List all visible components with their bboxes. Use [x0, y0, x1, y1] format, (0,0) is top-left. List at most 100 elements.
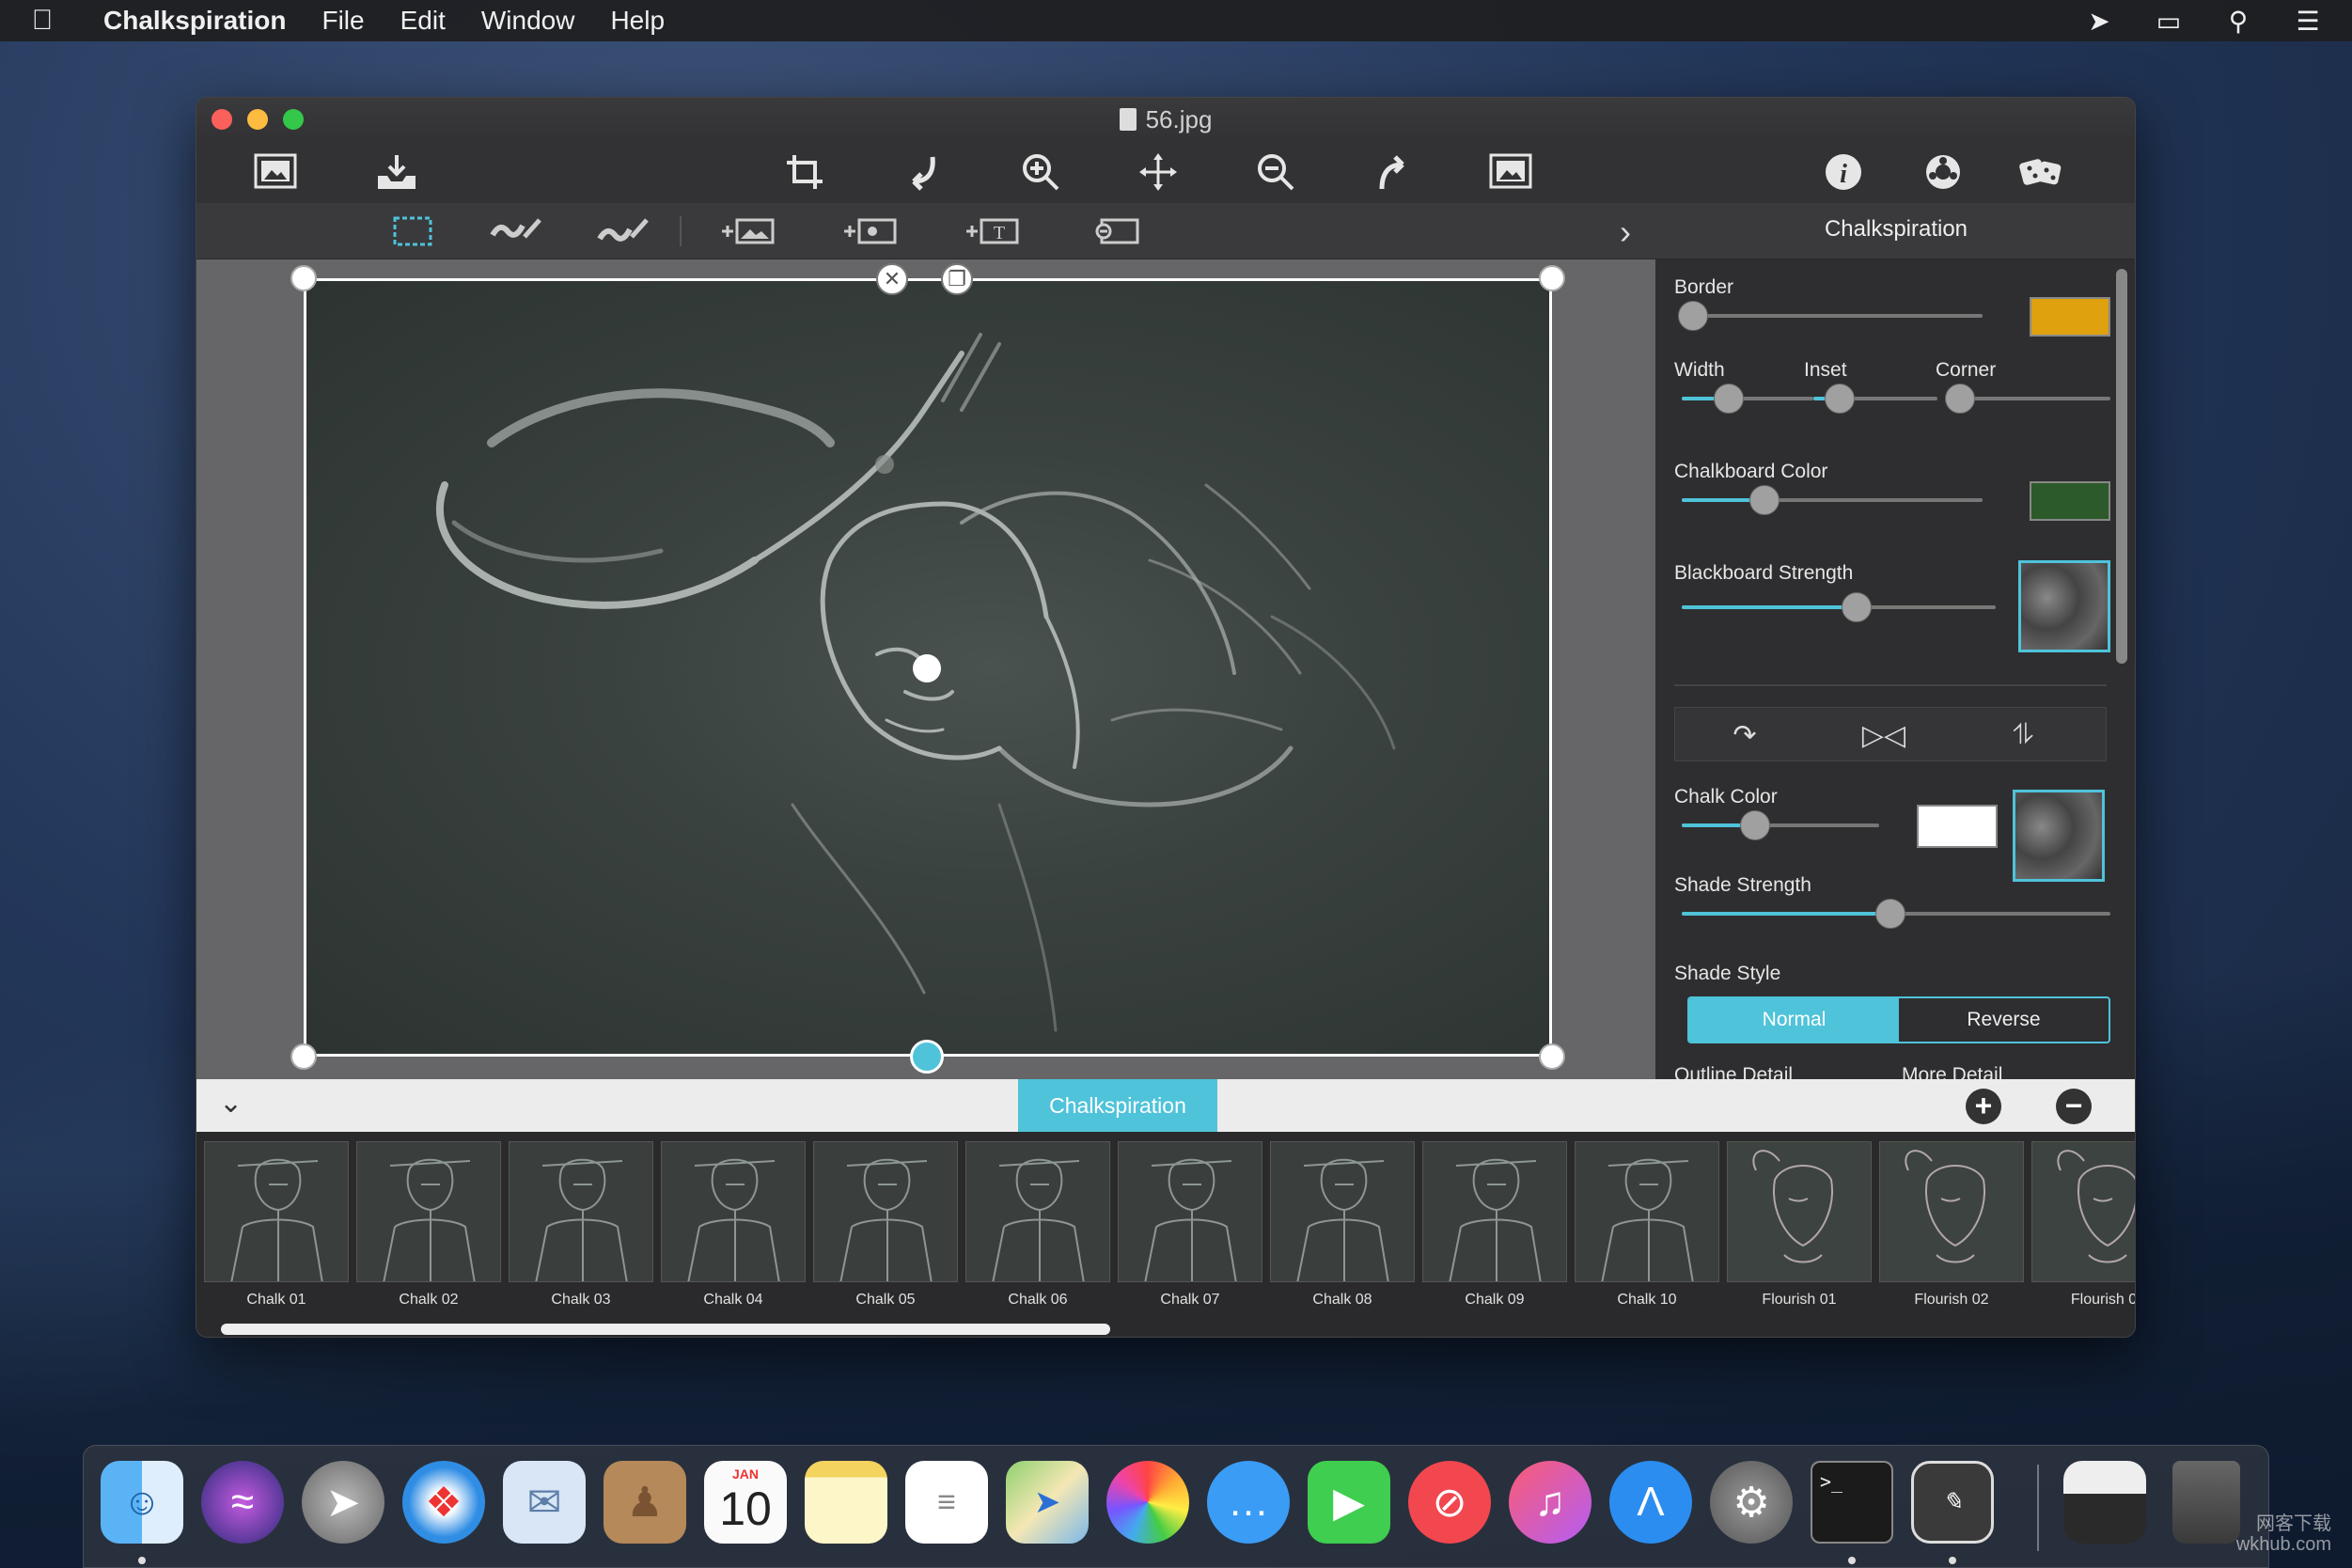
- brush-add-icon[interactable]: [482, 211, 550, 252]
- randomize-icon[interactable]: [2015, 149, 2067, 196]
- add-text-icon[interactable]: T: [958, 211, 1026, 252]
- blackboard-texture-preview[interactable]: [2018, 560, 2110, 652]
- resize-handle-bottom-right[interactable]: [1539, 1043, 1565, 1070]
- preset-strip-scrollbar[interactable]: [221, 1324, 1110, 1335]
- photos-icon[interactable]: [1106, 1461, 1189, 1544]
- siri-icon[interactable]: ≈: [201, 1461, 284, 1544]
- terminal-icon[interactable]: >_: [1811, 1461, 1893, 1544]
- resize-handle-top-left[interactable]: [290, 265, 317, 291]
- calendar-icon[interactable]: JAN 10: [704, 1461, 787, 1544]
- add-effect-icon[interactable]: [836, 211, 903, 252]
- contacts-icon[interactable]: ♟: [604, 1461, 686, 1544]
- remove-preset-button[interactable]: −: [2056, 1089, 2092, 1124]
- blackboard-strength-slider[interactable]: [1682, 592, 1996, 622]
- more-detail-label: More Detail: [1902, 1064, 2003, 1079]
- preset-thumbnail[interactable]: [356, 1141, 501, 1282]
- preset-sketch-stroke: [1752, 1150, 1780, 1171]
- launchpad-icon[interactable]: ➤: [302, 1461, 384, 1544]
- chalk-color-swatch[interactable]: [1917, 805, 1998, 848]
- chalkboard-color-swatch[interactable]: [2030, 481, 2110, 521]
- reminders-icon[interactable]: ≡: [905, 1461, 988, 1544]
- notes-icon[interactable]: [805, 1461, 887, 1544]
- width-slider[interactable]: [1682, 384, 1813, 414]
- facetime-icon[interactable]: ▶: [1308, 1461, 1390, 1544]
- preset-thumbnail[interactable]: [813, 1141, 958, 1282]
- shade-style-normal[interactable]: Normal: [1689, 998, 1899, 1042]
- border-color-swatch[interactable]: [2030, 297, 2110, 337]
- safari-icon[interactable]: ❖: [402, 1461, 485, 1544]
- preset-thumbnail[interactable]: [965, 1141, 1110, 1282]
- zoom-out-icon[interactable]: [1249, 149, 1302, 196]
- add-preset-button[interactable]: +: [1966, 1089, 2001, 1124]
- downloads-stack-icon[interactable]: [2063, 1461, 2146, 1544]
- preset-thumbnail[interactable]: [2031, 1141, 2135, 1282]
- rotate-icon[interactable]: ↷: [1724, 717, 1765, 753]
- open-image-icon[interactable]: [249, 149, 302, 196]
- chalkspiration-icon[interactable]: ✎: [1911, 1461, 1994, 1544]
- chalk-texture-preview[interactable]: [2013, 790, 2105, 882]
- flip-vertical-icon[interactable]: ⥮: [2002, 717, 2044, 753]
- maps-icon[interactable]: ➤: [1006, 1461, 1089, 1544]
- panel-scrollbar[interactable]: [2116, 269, 2127, 664]
- preset-thumbnail[interactable]: [204, 1141, 349, 1282]
- preset-thumbnail[interactable]: [1270, 1141, 1415, 1282]
- info-icon[interactable]: i: [1817, 149, 1870, 196]
- resize-handle-bottom-left[interactable]: [290, 1043, 317, 1070]
- settings-icon[interactable]: [1917, 149, 1969, 196]
- system-preferences-icon[interactable]: ⚙: [1710, 1461, 1793, 1544]
- list-icon[interactable]: ☰: [2292, 6, 2324, 37]
- redo-icon[interactable]: [1367, 149, 1419, 196]
- remove-layer-icon[interactable]: [1080, 211, 1148, 252]
- preset-category-tab[interactable]: Chalkspiration: [1018, 1079, 1217, 1132]
- display-icon[interactable]: ▭: [2153, 6, 2185, 37]
- preset-thumbnail[interactable]: [1879, 1141, 2024, 1282]
- image-canvas: ✕ ❐: [196, 259, 1655, 1079]
- news-icon[interactable]: ⊘: [1408, 1461, 1491, 1544]
- finder-icon[interactable]: ☺: [101, 1461, 183, 1544]
- menu-file[interactable]: File: [321, 6, 364, 36]
- undo-icon[interactable]: [897, 149, 949, 196]
- center-point-handle[interactable]: [913, 654, 941, 682]
- mail-icon[interactable]: ✉: [503, 1461, 586, 1544]
- preset-thumbnail[interactable]: [1118, 1141, 1262, 1282]
- brush-remove-icon[interactable]: [589, 211, 657, 252]
- border-slider[interactable]: [1678, 301, 1983, 331]
- chalkboard-color-slider[interactable]: [1682, 485, 1983, 515]
- add-image-icon[interactable]: [713, 211, 781, 252]
- menu-app-name[interactable]: Chalkspiration: [103, 6, 286, 36]
- preset-thumbnail[interactable]: [661, 1141, 806, 1282]
- delete-layer-icon[interactable]: ✕: [876, 263, 908, 295]
- preset-thumbnail[interactable]: [1575, 1141, 1719, 1282]
- select-icon[interactable]: [379, 211, 447, 252]
- crop-icon[interactable]: [779, 149, 832, 196]
- move-icon[interactable]: [1132, 149, 1184, 196]
- save-icon[interactable]: [370, 149, 423, 196]
- menu-window[interactable]: Window: [481, 6, 575, 36]
- shade-style-reverse[interactable]: Reverse: [1899, 998, 2109, 1042]
- chevron-down-icon[interactable]: ⌄: [219, 1087, 243, 1120]
- chevron-right-icon[interactable]: ›: [1620, 212, 1631, 252]
- corner-slider[interactable]: [1945, 384, 2110, 414]
- preset-thumbnail[interactable]: [1422, 1141, 1567, 1282]
- trash-icon[interactable]: [2172, 1461, 2240, 1544]
- menu-edit[interactable]: Edit: [400, 6, 446, 36]
- rotate-handle[interactable]: [910, 1040, 944, 1074]
- apple-icon[interactable]: : [28, 5, 56, 37]
- preset-thumbnail[interactable]: [1727, 1141, 1872, 1282]
- fit-image-icon[interactable]: [1484, 149, 1537, 196]
- flip-horizontal-icon[interactable]: ▷◁: [1862, 717, 1905, 753]
- duplicate-layer-icon[interactable]: ❐: [941, 263, 973, 295]
- zoom-in-icon[interactable]: [1014, 149, 1067, 196]
- resize-handle-top-right[interactable]: [1539, 265, 1565, 291]
- messages-icon[interactable]: …: [1207, 1461, 1290, 1544]
- app-store-icon[interactable]: Λ: [1609, 1461, 1692, 1544]
- chalk-color-slider[interactable]: [1682, 810, 1879, 840]
- inset-slider[interactable]: [1813, 384, 1937, 414]
- preset-sketch-stroke: [541, 1160, 623, 1167]
- location-icon[interactable]: ➤: [2083, 6, 2115, 37]
- search-icon[interactable]: ⚲: [2222, 6, 2254, 37]
- music-icon[interactable]: ♫: [1509, 1461, 1592, 1544]
- preset-thumbnail[interactable]: [509, 1141, 653, 1282]
- menu-help[interactable]: Help: [610, 6, 665, 36]
- shade-strength-slider[interactable]: [1682, 899, 2110, 929]
